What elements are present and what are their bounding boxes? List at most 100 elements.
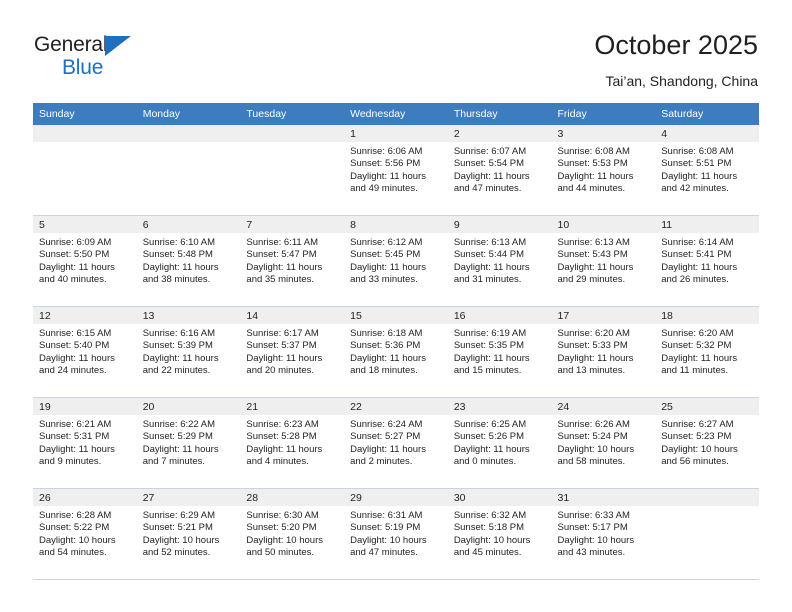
calendar-day-cell[interactable]: 4 Sunrise: 6:08 AM Sunset: 5:51 PM Daylight… [655,125,759,216]
calendar-day-cell[interactable]: 25 Sunrise: 6:27 AM Sunset: 5:23 PM Dayligh… [655,397,759,489]
calendar-day-cell[interactable]: 26 Sunrise: 6:28 AM Sunset: 5:22 PM Dayligh… [33,488,137,580]
day-sunset-text: Sunset: 5:47 PM [246,249,317,261]
day-details: Sunrise: 6:31 AM Sunset: 5:19 PM Daylight:… [344,506,448,560]
calendar-day-cell[interactable]: 2 Sunrise: 6:07 AM Sunset: 5:54 PM Daylight… [447,125,552,216]
day-sunset-text: Sunset: 5:43 PM [557,249,628,261]
day-daylight-line2-text: and 2 minutes. [350,456,413,468]
calendar-day-cell[interactable]: 10 Sunrise: 6:13 AM Sunset: 5:43 PM Dayligh… [551,215,656,307]
day-daylight-line2-text: and 11 minutes. [661,365,729,377]
calendar-day-cell[interactable]: 3 Sunrise: 6:08 AM Sunset: 5:53 PM Daylight… [551,125,656,216]
calendar-day-cell[interactable]: 19 Sunrise: 6:21 AM Sunset: 5:31 PM Dayligh… [33,397,137,489]
day-daylight-line1-text: Daylight: 10 hours [246,534,323,546]
day-sunrise-text: Sunrise: 6:15 AM [39,328,112,339]
day-number: 18 [655,307,759,324]
day-daylight-line2-text: and 26 minutes. [661,274,729,286]
day-sunset-text: Sunset: 5:24 PM [557,431,628,443]
day-sunrise-text: Sunrise: 6:18 AM [350,328,423,339]
day-number: 23 [447,398,552,415]
calendar-day-cell[interactable]: 12 Sunrise: 6:15 AM Sunset: 5:40 PM Dayligh… [33,306,137,398]
calendar-day-cell[interactable]: 8 Sunrise: 6:12 AM Sunset: 5:45 PM Daylight… [344,215,448,307]
day-details: Sunrise: 6:23 AM Sunset: 5:28 PM Daylight:… [240,415,344,469]
weekday-header-tuesday: Tuesday [240,103,345,125]
day-daylight-line1-text: Daylight: 11 hours [142,443,219,455]
day-sunset-text: Sunset: 5:20 PM [246,522,317,534]
day-sunrise-text: Sunrise: 6:11 AM [246,237,319,248]
calendar-day-cell[interactable]: 29 Sunrise: 6:31 AM Sunset: 5:19 PM Dayligh… [344,488,448,580]
day-daylight-line1-text: Daylight: 10 hours [350,534,427,546]
day-number: 22 [344,398,448,415]
page-subtitle: Tai’an, Shandong, China [605,73,758,89]
day-daylight-line2-text: and 9 minutes. [39,456,102,468]
day-sunrise-text: Sunrise: 6:24 AM [350,419,423,430]
day-sunrise-text: Sunrise: 6:13 AM [557,237,630,248]
day-daylight-line2-text: and 50 minutes. [246,547,315,559]
calendar-day-cell[interactable]: 15 Sunrise: 6:18 AM Sunset: 5:36 PM Dayligh… [344,306,448,398]
calendar-day-cell[interactable]: 9 Sunrise: 6:13 AM Sunset: 5:44 PM Daylight… [447,215,552,307]
calendar-day-cell[interactable]: 6 Sunrise: 6:10 AM Sunset: 5:48 PM Daylight… [136,215,241,307]
day-daylight-line2-text: and 49 minutes. [350,183,418,195]
day-daylight-line2-text: and 52 minutes. [142,547,211,559]
calendar-day-cell[interactable]: 5 Sunrise: 6:09 AM Sunset: 5:50 PM Daylight… [33,215,137,307]
calendar-day-cell[interactable]: 16 Sunrise: 6:19 AM Sunset: 5:35 PM Dayligh… [447,306,552,398]
day-daylight-line2-text: and 35 minutes. [246,274,315,286]
day-sunset-text: Sunset: 5:37 PM [246,340,317,352]
day-daylight-line1-text: Daylight: 11 hours [246,261,323,273]
calendar-day-cell[interactable]: 13 Sunrise: 6:16 AM Sunset: 5:39 PM Dayligh… [136,306,241,398]
day-daylight-line2-text: and 42 minutes. [661,183,729,195]
day-number: 2 [447,125,552,142]
day-daylight-line1-text: Daylight: 10 hours [557,534,635,546]
day-daylight-line1-text: Daylight: 11 hours [453,170,530,182]
weekday-header-thursday: Thursday [447,103,552,125]
day-details: Sunrise: 6:08 AM Sunset: 5:51 PM Daylight:… [655,142,759,196]
day-sunrise-text: Sunrise: 6:12 AM [350,237,423,248]
calendar-day-cell[interactable]: 22 Sunrise: 6:24 AM Sunset: 5:27 PM Dayligh… [344,397,448,489]
day-number-band [655,489,759,506]
calendar-day-cell[interactable]: 11 Sunrise: 6:14 AM Sunset: 5:41 PM Dayligh… [655,215,759,307]
day-sunset-text: Sunset: 5:22 PM [39,522,110,534]
day-sunrise-text: Sunrise: 6:23 AM [246,419,319,430]
calendar-day-cell[interactable]: 18 Sunrise: 6:20 AM Sunset: 5:32 PM Dayligh… [655,306,759,398]
day-sunrise-text: Sunrise: 6:31 AM [350,510,423,521]
day-daylight-line2-text: and 40 minutes. [39,274,107,286]
day-details: Sunrise: 6:13 AM Sunset: 5:43 PM Daylight:… [552,233,656,287]
day-sunrise-text: Sunrise: 6:25 AM [453,419,527,430]
day-daylight-line2-text: and 24 minutes. [39,365,107,377]
day-daylight-line1-text: Daylight: 11 hours [39,352,115,364]
weekday-header-wednesday: Wednesday [344,103,448,125]
calendar-day-cell[interactable]: 27 Sunrise: 6:29 AM Sunset: 5:21 PM Dayligh… [136,488,241,580]
calendar-day-cell-empty [240,125,345,216]
calendar-day-cell[interactable]: 20 Sunrise: 6:22 AM Sunset: 5:29 PM Dayligh… [136,397,241,489]
calendar-day-cell[interactable]: 1 Sunrise: 6:06 AM Sunset: 5:56 PM Daylight… [344,125,448,216]
calendar-day-cell[interactable]: 24 Sunrise: 6:26 AM Sunset: 5:24 PM Dayligh… [551,397,656,489]
day-sunset-text: Sunset: 5:54 PM [453,158,525,170]
triangle-logo-icon [105,36,131,56]
day-sunrise-text: Sunrise: 6:29 AM [142,510,216,521]
calendar-day-cell[interactable]: 17 Sunrise: 6:20 AM Sunset: 5:33 PM Dayligh… [551,306,656,398]
day-sunrise-text: Sunrise: 6:19 AM [453,328,527,339]
day-sunrise-text: Sunrise: 6:30 AM [246,510,319,521]
day-number: 4 [655,125,759,142]
day-daylight-line2-text: and 33 minutes. [350,274,418,286]
day-daylight-line2-text: and 4 minutes. [246,456,309,468]
calendar-day-cell[interactable]: 7 Sunrise: 6:11 AM Sunset: 5:47 PM Daylight… [240,215,345,307]
brand-name-blue: Blue [62,56,104,79]
day-number: 11 [655,216,759,233]
day-details: Sunrise: 6:21 AM Sunset: 5:31 PM Daylight:… [33,415,137,469]
day-sunrise-text: Sunrise: 6:20 AM [557,328,630,339]
day-daylight-line2-text: and 22 minutes. [142,365,211,377]
calendar-day-cell[interactable]: 28 Sunrise: 6:30 AM Sunset: 5:20 PM Dayligh… [240,488,345,580]
calendar-day-cell[interactable]: 23 Sunrise: 6:25 AM Sunset: 5:26 PM Dayligh… [447,397,552,489]
day-sunset-text: Sunset: 5:39 PM [142,340,213,352]
calendar-day-cell[interactable]: 14 Sunrise: 6:17 AM Sunset: 5:37 PM Dayligh… [240,306,345,398]
day-details: Sunrise: 6:27 AM Sunset: 5:23 PM Daylight:… [655,415,759,469]
calendar-day-cell[interactable]: 31 Sunrise: 6:33 AM Sunset: 5:17 PM Dayligh… [551,488,656,580]
day-daylight-line2-text: and 29 minutes. [557,274,626,286]
day-daylight-line1-text: Daylight: 11 hours [39,261,115,273]
day-sunset-text: Sunset: 5:53 PM [557,158,628,170]
day-sunset-text: Sunset: 5:45 PM [350,249,421,261]
day-daylight-line1-text: Daylight: 10 hours [39,534,116,546]
calendar-day-cell[interactable]: 21 Sunrise: 6:23 AM Sunset: 5:28 PM Dayligh… [240,397,345,489]
day-details: Sunrise: 6:10 AM Sunset: 5:48 PM Daylight:… [137,233,241,287]
day-sunrise-text: Sunrise: 6:07 AM [453,146,527,157]
calendar-day-cell[interactable]: 30 Sunrise: 6:32 AM Sunset: 5:18 PM Dayligh… [447,488,552,580]
